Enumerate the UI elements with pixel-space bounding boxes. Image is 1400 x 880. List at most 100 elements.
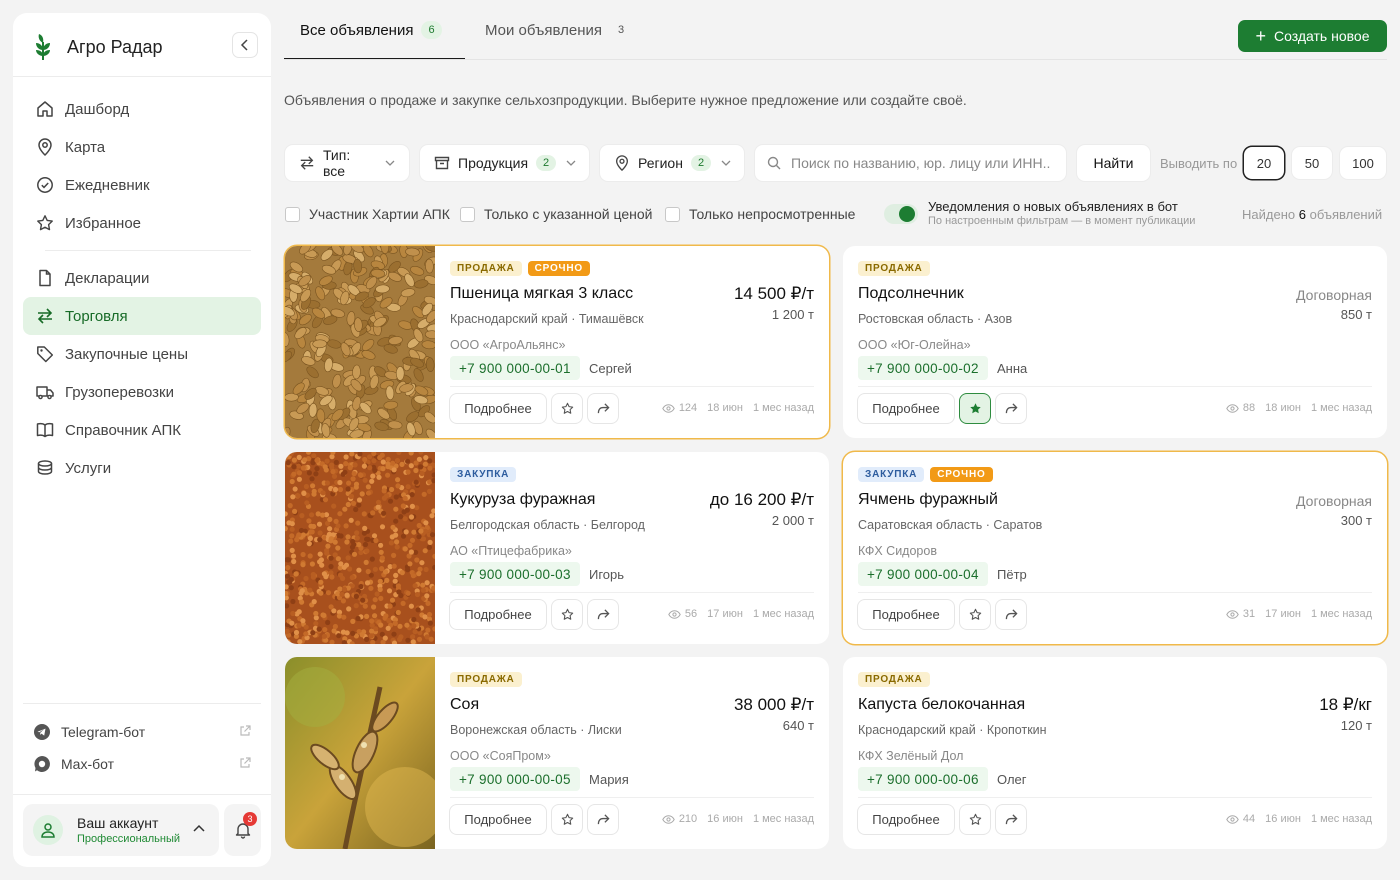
contact-person: Мария: [589, 772, 629, 787]
user-icon: [41, 823, 55, 838]
arrows-swap-icon: [35, 306, 55, 326]
listing-card[interactable]: ЗАКУПКА Кукуруза фуражная Белгородская о…: [285, 452, 829, 644]
listing-price: до 16 200 ₽/т: [709, 490, 814, 509]
telegram-bot-link[interactable]: Telegram-бот: [33, 720, 251, 744]
phone-number[interactable]: +7 900 000-00-06: [858, 767, 988, 791]
max-bot-link[interactable]: Max-бот: [33, 752, 251, 776]
listing-tags: ЗАКУПКА: [450, 467, 517, 482]
max-icon: [33, 755, 51, 773]
nav-item-map[interactable]: Карта: [23, 128, 261, 166]
search-box: [755, 145, 1066, 181]
nav-item-label: Закупочные цены: [65, 345, 188, 363]
nav-item-trade[interactable]: Торговля: [23, 297, 261, 335]
listing-card[interactable]: ПРОДАЖА СРОЧНО Пшеница мягкая 3 класс Кра…: [285, 246, 829, 438]
checkbox-box[interactable]: [285, 206, 300, 222]
phone-number[interactable]: +7 900 000-00-04: [858, 562, 988, 586]
favorite-button[interactable]: [552, 805, 582, 834]
share-button[interactable]: [588, 805, 618, 834]
checkbox-box[interactable]: [665, 206, 680, 222]
share-button[interactable]: [588, 600, 618, 629]
views-count: 44: [1242, 813, 1256, 825]
create-listing-button[interactable]: + Создать новое: [1238, 20, 1387, 52]
phone-number[interactable]: +7 900 000-00-02: [858, 356, 988, 380]
unviewed-only-checkbox[interactable]: Только непросмотренные: [665, 206, 855, 222]
favorite-button[interactable]: [960, 805, 990, 834]
listing-company: КФХ Зелёный Дол: [858, 749, 964, 763]
favorite-button[interactable]: [552, 394, 582, 423]
type-filter-dropdown[interactable]: Тип: все: [285, 145, 409, 181]
notifications-button[interactable]: 3: [224, 804, 261, 856]
favorite-button[interactable]: [552, 600, 582, 629]
account-plan: Профессиональный: [77, 833, 181, 845]
nav-item-services[interactable]: Услуги: [23, 449, 261, 487]
per-page-option-100[interactable]: 100: [1340, 147, 1386, 179]
per-page-option-20[interactable]: 20: [1244, 147, 1284, 179]
nav-item-declarations[interactable]: Декларации: [23, 259, 261, 297]
tab-all-listings[interactable]: Все объявления 6: [284, 21, 465, 60]
nav-item-purchase-prices[interactable]: Закупочные цены: [23, 335, 261, 373]
account-name: Ваш аккаунт: [77, 815, 159, 831]
listing-title[interactable]: Пшеница мягкая 3 класс: [450, 285, 633, 303]
star-icon: [969, 608, 981, 620]
listing-title[interactable]: Кукуруза фуражная: [450, 491, 595, 509]
listing-photo[interactable]: [285, 246, 435, 438]
nav-item-freight[interactable]: Грузоперевозки: [23, 373, 261, 411]
listing-photo[interactable]: [285, 657, 435, 849]
star-icon: [35, 213, 55, 233]
listing-card[interactable]: ЗАКУПКА СРОЧНО Ячмень фуражный Саратовска…: [843, 452, 1387, 644]
phone-number[interactable]: +7 900 000-00-05: [450, 767, 580, 791]
with-price-checkbox[interactable]: Только с указанной ценой: [460, 206, 652, 222]
card-divider: [858, 797, 1372, 798]
listing-company: КФХ Сидоров: [858, 544, 937, 558]
details-button[interactable]: Подробнее: [858, 805, 954, 834]
details-button[interactable]: Подробнее: [450, 600, 546, 629]
details-button[interactable]: Подробнее: [450, 394, 546, 423]
nav-item-diary[interactable]: Ежедневник: [23, 166, 261, 204]
listing-card[interactable]: ПРОДАЖА Подсолнечник Ростовская область …: [843, 246, 1387, 438]
checkbox-box[interactable]: [460, 206, 475, 222]
toggle-knob: [899, 206, 915, 222]
listing-info: ПРОДАЖА Капуста белокочанная Краснодарск…: [858, 657, 1372, 849]
listing-card[interactable]: ПРОДАЖА Соя Воронежская область · Лиски …: [285, 657, 829, 849]
charter-member-checkbox[interactable]: Участник Хартии АПК: [285, 206, 450, 222]
nav-item-label: Декларации: [65, 269, 150, 287]
listing-title[interactable]: Капуста белокочанная: [858, 696, 1025, 714]
listing-title[interactable]: Ячмень фуражный: [858, 491, 998, 509]
phone-number[interactable]: +7 900 000-00-03: [450, 562, 580, 586]
product-filter-dropdown[interactable]: Продукция 2: [420, 145, 589, 181]
details-button[interactable]: Подробнее: [450, 805, 546, 834]
phone-number[interactable]: +7 900 000-00-01: [450, 356, 580, 380]
nav-item-dashboard[interactable]: Дашборд: [23, 90, 261, 128]
share-button[interactable]: [588, 394, 618, 423]
listing-tags: ПРОДАЖА: [450, 672, 522, 687]
share-button[interactable]: [996, 394, 1026, 423]
share-button[interactable]: [996, 600, 1026, 629]
find-button[interactable]: Найти: [1077, 145, 1150, 181]
account-menu[interactable]: Ваш аккаунт Профессиональный: [23, 804, 219, 856]
tab-my-listings[interactable]: Мои объявления 3: [485, 22, 624, 60]
listing-title[interactable]: Соя: [450, 696, 479, 714]
details-button[interactable]: Подробнее: [858, 600, 954, 629]
listing-location: Белгородская область · Белгород: [450, 518, 645, 532]
details-button[interactable]: Подробнее: [858, 394, 954, 423]
search-input[interactable]: [791, 155, 1056, 171]
listing-photo[interactable]: [285, 452, 435, 644]
card-divider: [450, 386, 814, 387]
per-page-option-50[interactable]: 50: [1292, 147, 1332, 179]
results-prefix: Найдено: [1242, 207, 1296, 222]
nav-item-reference[interactable]: Справочник АПК: [23, 411, 261, 449]
favorite-button[interactable]: [960, 394, 990, 423]
share-button[interactable]: [996, 805, 1026, 834]
favorite-button[interactable]: [960, 600, 990, 629]
urgent-badge: СРОЧНО: [527, 261, 590, 276]
region-filter-dropdown[interactable]: Регион 2: [600, 145, 744, 181]
listing-meta: 210 16 июн 1 мес назад: [662, 813, 814, 825]
listing-title[interactable]: Подсолнечник: [858, 285, 964, 303]
listing-card[interactable]: ПРОДАЖА Капуста белокочанная Краснодарск…: [843, 657, 1387, 849]
urgent-badge: СРОЧНО: [930, 467, 993, 482]
listing-tags: ПРОДАЖА СРОЧНО: [450, 261, 590, 276]
bot-notifications-toggle[interactable]: [884, 204, 918, 224]
collapse-sidebar-button[interactable]: [232, 32, 258, 58]
sale-badge: ПРОДАЖА: [450, 672, 522, 687]
nav-item-favorites[interactable]: Избранное: [23, 204, 261, 242]
